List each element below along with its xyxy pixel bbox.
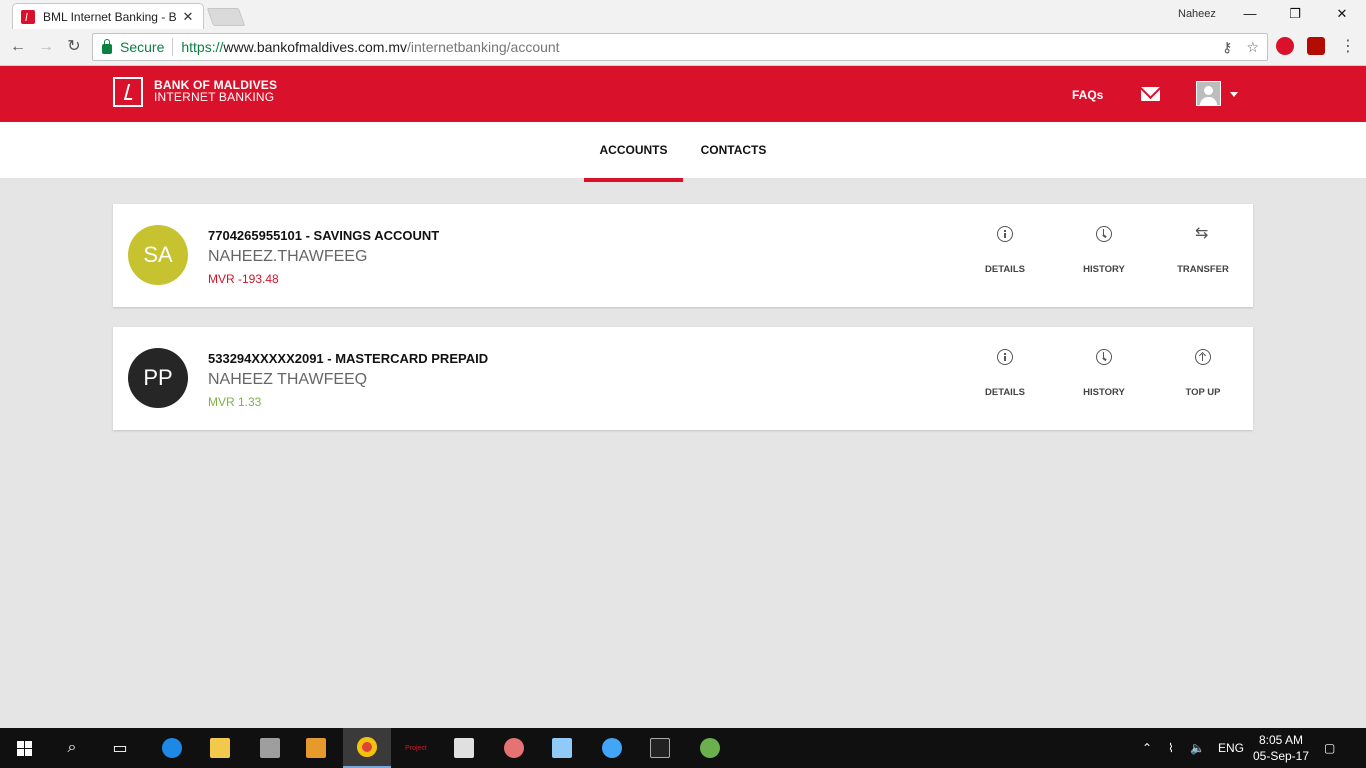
chrome-icon[interactable] bbox=[343, 728, 391, 768]
bookmark-star-icon[interactable]: ☆ bbox=[1246, 39, 1259, 56]
mail-icon[interactable] bbox=[1141, 87, 1160, 101]
tab-contacts[interactable]: CONTACTS bbox=[690, 122, 777, 178]
extension-icon[interactable] bbox=[1276, 37, 1294, 55]
new-tab-button[interactable] bbox=[206, 8, 246, 26]
clock-date: 05-Sep-17 bbox=[1252, 749, 1310, 763]
bml-header: BANK OF MALDIVES INTERNET BANKING FAQs bbox=[0, 66, 1366, 122]
details-label: DETAILS bbox=[985, 387, 1025, 398]
chrome-menu-icon[interactable]: ⋮ bbox=[1338, 37, 1358, 57]
windows-taskbar: ⌕ ▭ Project ⌃ ⌇ 🔈 ENG 8:05 AM 05-Sep-17 … bbox=[0, 728, 1366, 768]
details-button[interactable]: DETAILS bbox=[965, 204, 1045, 307]
tab-title: BML Internet Banking - B bbox=[43, 9, 177, 24]
media-player-icon[interactable] bbox=[292, 728, 340, 768]
info-icon bbox=[997, 226, 1013, 242]
calculator-icon[interactable] bbox=[440, 728, 488, 768]
clock-time: 8:05 AM bbox=[1258, 733, 1304, 747]
omnibox-divider bbox=[172, 38, 174, 56]
details-button[interactable]: DETAILS bbox=[965, 327, 1045, 430]
secure-label: Secure bbox=[120, 39, 165, 55]
sub-navigation: ACCOUNTS CONTACTS bbox=[0, 122, 1366, 182]
action-center-icon[interactable]: ▢ bbox=[1324, 728, 1335, 768]
account-title: 7704265955101 - SAVINGS ACCOUNT bbox=[208, 228, 440, 243]
tab-close-icon[interactable]: ✕ bbox=[181, 9, 195, 25]
browser-tab-strip: BML Internet Banking - B ✕ Naheez — ❐ ✕ bbox=[0, 0, 1366, 29]
search-icon[interactable]: ⌕ bbox=[48, 728, 96, 768]
bml-favicon-icon bbox=[21, 9, 35, 24]
file-explorer-icon[interactable] bbox=[196, 728, 244, 768]
command-prompt-icon[interactable] bbox=[636, 728, 684, 768]
task-view-icon[interactable]: ▭ bbox=[96, 728, 144, 768]
project-app-icon[interactable]: Project bbox=[392, 728, 440, 768]
bml-logo-icon[interactable] bbox=[113, 77, 143, 107]
back-icon[interactable]: ← bbox=[8, 37, 28, 57]
brand-name[interactable]: BANK OF MALDIVES INTERNET BANKING bbox=[154, 79, 277, 103]
edge-browser-icon[interactable] bbox=[148, 728, 196, 768]
top-up-icon bbox=[1195, 349, 1211, 365]
internet-explorer-icon[interactable] bbox=[588, 728, 636, 768]
history-label: HISTORY bbox=[1083, 264, 1125, 275]
account-card[interactable]: SA 7704265955101 - SAVINGS ACCOUNT NAHEE… bbox=[113, 204, 1253, 307]
info-icon bbox=[997, 349, 1013, 365]
taskbar-clock[interactable]: 8:05 AM 05-Sep-17 bbox=[1252, 732, 1310, 764]
browser-toolbar: ← → ↻ Secure https:// www.bankofmaldives… bbox=[0, 29, 1366, 66]
details-label: DETAILS bbox=[985, 264, 1025, 275]
url-path: /internetbanking/account bbox=[407, 39, 560, 55]
account-avatar: PP bbox=[128, 348, 188, 408]
browser-tab[interactable]: BML Internet Banking - B ✕ bbox=[12, 3, 204, 29]
history-button[interactable]: HISTORY bbox=[1064, 204, 1144, 307]
pdf-extension-icon[interactable] bbox=[1307, 37, 1325, 55]
account-holder-name: NAHEEZ THAWFEEQ bbox=[208, 371, 368, 388]
window-close-icon[interactable]: ✕ bbox=[1332, 4, 1352, 24]
account-card[interactable]: PP 533294XXXXX2091 - MASTERCARD PREPAID … bbox=[113, 327, 1253, 430]
utorrent-icon[interactable] bbox=[686, 728, 734, 768]
faqs-link[interactable]: FAQs bbox=[1072, 88, 1103, 102]
notepad-icon[interactable] bbox=[538, 728, 586, 768]
account-balance: MVR 1.33 bbox=[208, 395, 262, 409]
user-avatar-icon[interactable] bbox=[1196, 81, 1221, 106]
restore-icon[interactable]: ❐ bbox=[1285, 4, 1305, 24]
paint-icon[interactable] bbox=[490, 728, 538, 768]
account-avatar: SA bbox=[128, 225, 188, 285]
url-scheme: https:// bbox=[181, 39, 224, 55]
transfer-icon bbox=[1195, 223, 1211, 243]
windows-logo-icon bbox=[16, 740, 32, 756]
history-icon bbox=[1096, 349, 1112, 365]
history-button[interactable]: HISTORY bbox=[1064, 327, 1144, 430]
transfer-label: TRANSFER bbox=[1177, 264, 1229, 275]
top-up-label: TOP UP bbox=[1185, 387, 1221, 398]
history-label: HISTORY bbox=[1083, 387, 1125, 398]
volume-icon[interactable]: 🔈 bbox=[1190, 728, 1205, 768]
brand-line-2: INTERNET BANKING bbox=[154, 90, 275, 104]
app-icon[interactable] bbox=[246, 728, 294, 768]
network-icon[interactable]: ⌇ bbox=[1168, 728, 1174, 768]
language-indicator[interactable]: ENG bbox=[1218, 728, 1244, 768]
account-holder-name: NAHEEZ.THAWFEEG bbox=[208, 248, 368, 265]
history-icon bbox=[1096, 226, 1112, 242]
transfer-button[interactable]: TRANSFER bbox=[1163, 204, 1243, 307]
show-hidden-icons-icon[interactable]: ⌃ bbox=[1142, 728, 1152, 768]
key-icon[interactable]: ⚷ bbox=[1222, 39, 1232, 56]
start-button[interactable] bbox=[0, 728, 48, 768]
reload-icon[interactable]: ↻ bbox=[64, 37, 84, 57]
address-bar[interactable]: Secure https:// www.bankofmaldives.com.m… bbox=[92, 33, 1268, 61]
profile-name[interactable]: Naheez bbox=[1178, 8, 1216, 20]
url-host: www.bankofmaldives.com.mv bbox=[223, 39, 408, 55]
chevron-down-icon[interactable] bbox=[1230, 92, 1238, 97]
forward-icon[interactable]: → bbox=[36, 37, 56, 57]
top-up-button[interactable]: TOP UP bbox=[1163, 327, 1243, 430]
lock-icon bbox=[102, 39, 112, 54]
minimize-icon[interactable]: — bbox=[1240, 4, 1260, 24]
account-balance: MVR -193.48 bbox=[208, 272, 279, 286]
tab-accounts[interactable]: ACCOUNTS bbox=[584, 122, 683, 182]
account-title: 533294XXXXX2091 - MASTERCARD PREPAID bbox=[208, 351, 489, 366]
